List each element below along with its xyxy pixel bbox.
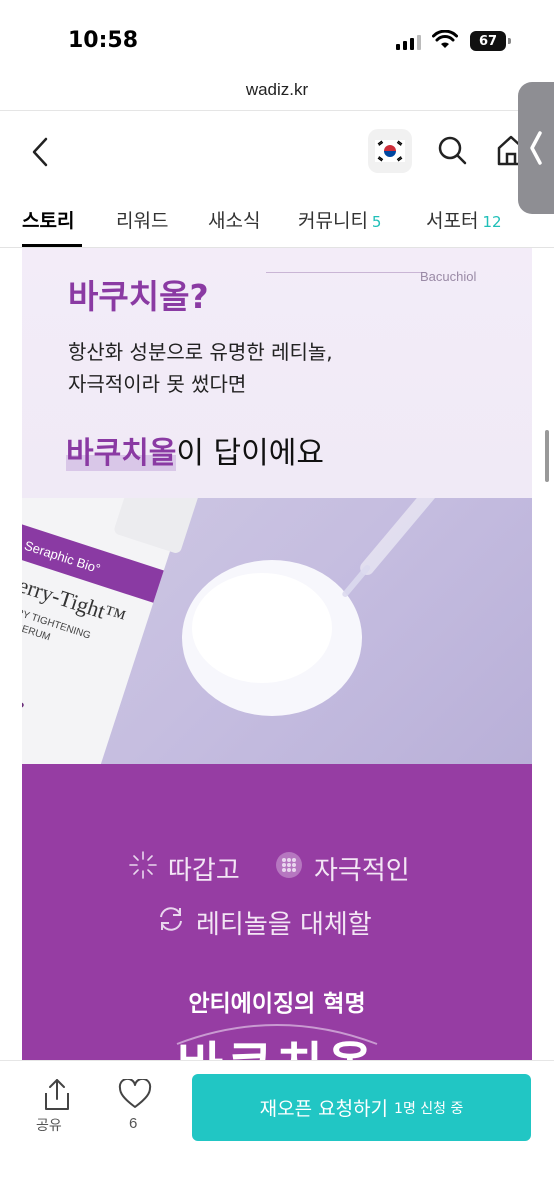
cta-label: 재오픈 요청하기: [259, 1098, 389, 1120]
tab-community[interactable]: 커뮤니티 5: [298, 206, 381, 233]
search-icon[interactable]: [436, 134, 468, 166]
tab-label: 스토리: [22, 210, 75, 232]
chevron-left-icon: [530, 131, 542, 165]
back-arrow-icon[interactable]: [28, 136, 54, 168]
answer-highlight: 바쿠치올: [66, 436, 177, 471]
dots-icon: [276, 852, 302, 878]
tab-count: 12: [482, 213, 502, 231]
tab-label: 새소식: [208, 210, 261, 232]
tab-reward[interactable]: 리워드: [116, 206, 168, 233]
clock: 10:58: [68, 28, 139, 53]
section-title: 바쿠치올?: [68, 277, 209, 316]
story-content[interactable]: 바쿠치올? Bacuchiol 항산화 성분으로 유명한 레티놀, 자극적이라 …: [22, 248, 532, 1060]
battery-icon: 67: [470, 31, 511, 51]
feature-label: 따갑고: [168, 856, 240, 886]
title-divider: [266, 272, 426, 273]
status-bar: 10:58 67: [0, 0, 554, 78]
heart-icon[interactable]: [118, 1079, 152, 1109]
serum-bottle-image: Seraphic Bio° Berry-Tight™ BERRY TIGHTEN…: [22, 498, 462, 764]
tab-count: 5: [371, 213, 382, 231]
answer-rest: 이 답이에요: [176, 436, 324, 471]
description-line: 자극적이라 못 썼다면: [68, 372, 247, 396]
section-title-en: Bacuchiol: [420, 269, 477, 284]
tab-news[interactable]: 새소식: [208, 206, 260, 233]
side-panel-handle[interactable]: [518, 82, 554, 214]
url-bar[interactable]: wadiz.kr: [0, 80, 554, 100]
bottom-action-bar: 공유 6 재오픈 요청하기 1명 신청 중: [0, 1060, 554, 1200]
tab-label: 리워드: [116, 210, 169, 232]
like-count: 6: [129, 1115, 138, 1132]
share-icon[interactable]: [38, 1077, 76, 1113]
feature-label: 자극적인: [314, 856, 410, 886]
tab-supporters[interactable]: 서포터 12: [426, 206, 502, 233]
description-line: 항산화 성분으로 유명한 레티놀,: [68, 340, 333, 364]
refresh-icon: [160, 907, 182, 931]
big-heading: 바쿠치올: [22, 1026, 532, 1060]
feature-label: 레티놀을 대체할: [196, 910, 372, 940]
tab-bar: 스토리 리워드 새소식 커뮤니티 5 서포터 12: [0, 200, 554, 248]
tab-label: 서포터: [426, 210, 479, 232]
korea-flag-icon: [375, 140, 405, 162]
language-flag-button[interactable]: [368, 129, 412, 173]
tab-story[interactable]: 스토리: [22, 206, 74, 233]
wifi-icon: [432, 30, 458, 48]
signal-icon: [396, 34, 421, 50]
reopen-request-button[interactable]: 재오픈 요청하기 1명 신청 중: [192, 1074, 531, 1141]
battery-level: 67: [478, 33, 498, 49]
sparkle-icon: [129, 851, 157, 879]
product-photo: Seraphic Bio° Berry-Tight™ BERRY TIGHTEN…: [22, 498, 532, 764]
cta-sub: 1명 신청 중: [394, 1100, 464, 1117]
answer-heading: 바쿠치올이 답이에요: [66, 428, 324, 472]
description: 항산화 성분으로 유명한 레티놀, 자극적이라 못 썼다면: [68, 336, 333, 400]
features-section: 따갑고 자극적인 레티놀을 대체할 안티에이징의 혁명 바쿠치올: [22, 764, 532, 1060]
anti-aging-heading: 안티에이징의 혁명: [188, 991, 366, 1017]
scrollbar[interactable]: [545, 430, 549, 482]
divider: [0, 110, 554, 111]
tab-label: 커뮤니티: [298, 210, 368, 232]
share-label: 공유: [36, 1118, 62, 1134]
intro-section: 바쿠치올? Bacuchiol 항산화 성분으로 유명한 레티놀, 자극적이라 …: [22, 248, 532, 498]
